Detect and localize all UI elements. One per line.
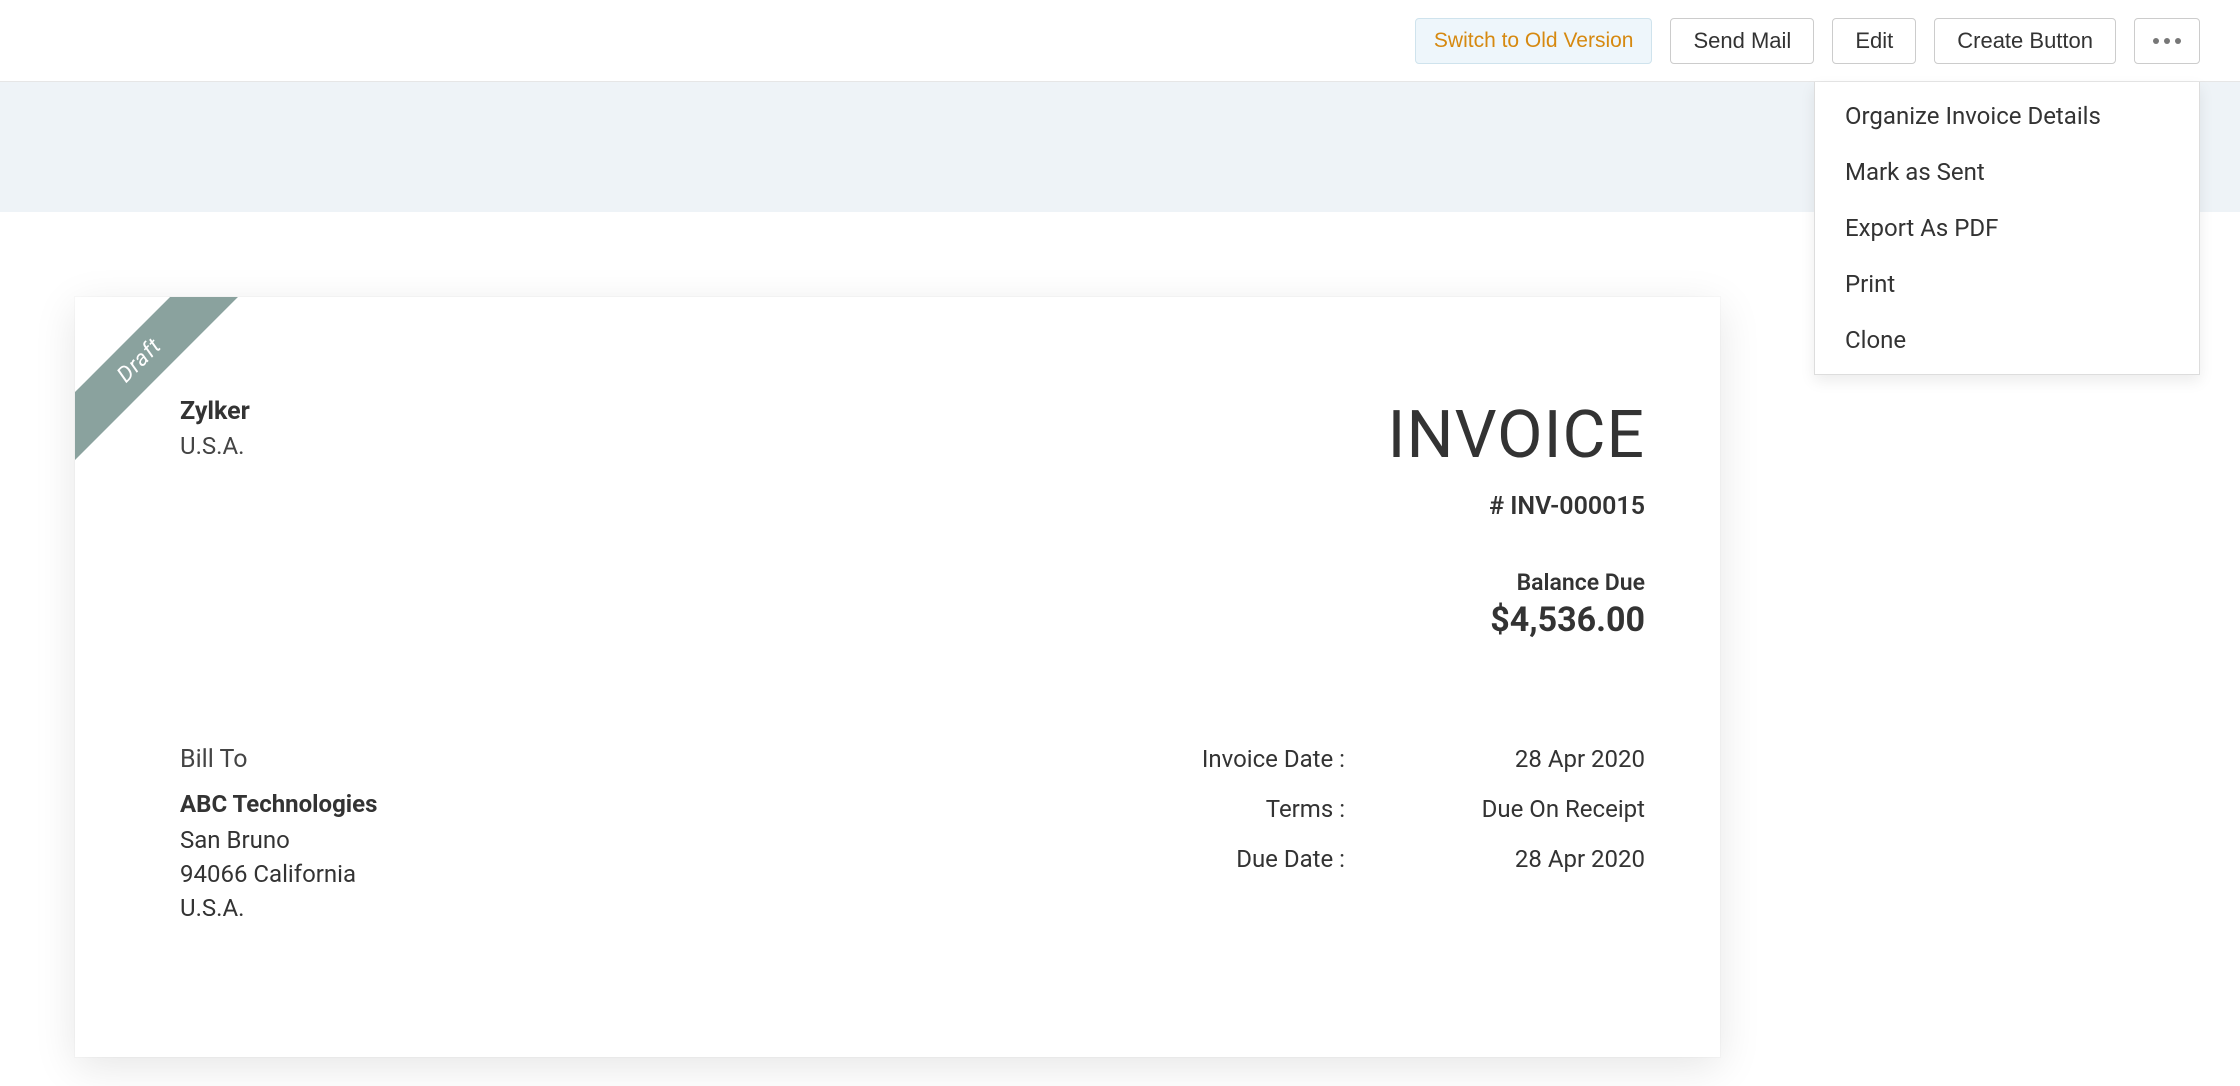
bill-to-block: Bill To ABC Technologies San Bruno 94066… xyxy=(180,745,377,928)
company-block: Zylker U.S.A. xyxy=(180,397,250,460)
bill-to-city: San Bruno xyxy=(180,826,377,854)
bill-to-name: ABC Technologies xyxy=(180,790,377,818)
menu-export-pdf[interactable]: Export As PDF xyxy=(1815,200,2199,256)
more-actions-menu: Organize Invoice Details Mark as Sent Ex… xyxy=(1814,82,2200,375)
meta-row-invoice-date: Invoice Date : 28 Apr 2020 xyxy=(1155,745,1645,773)
menu-clone[interactable]: Clone xyxy=(1815,312,2199,368)
terms-label: Terms : xyxy=(1155,795,1345,823)
bill-to-region: 94066 California xyxy=(180,860,377,888)
send-mail-button[interactable]: Send Mail xyxy=(1670,18,1814,64)
company-name: Zylker xyxy=(180,397,250,426)
balance-due-label: Balance Due xyxy=(1388,569,1645,596)
more-actions-button[interactable] xyxy=(2134,18,2200,64)
bill-to-heading: Bill To xyxy=(180,745,377,774)
balance-due-amount: $4,536.00 xyxy=(1388,600,1645,640)
document-number: # INV-000015 xyxy=(1388,492,1645,521)
title-block: INVOICE # INV-000015 Balance Due $4,536.… xyxy=(1388,397,1645,640)
menu-organize-invoice-details[interactable]: Organize Invoice Details xyxy=(1815,88,2199,144)
invoice-date-value: 28 Apr 2020 xyxy=(1455,745,1645,773)
switch-old-version-button[interactable]: Switch to Old Version xyxy=(1415,18,1653,64)
ellipsis-icon xyxy=(2153,38,2181,44)
create-button[interactable]: Create Button xyxy=(1934,18,2116,64)
company-country: U.S.A. xyxy=(180,432,250,460)
menu-mark-as-sent[interactable]: Mark as Sent xyxy=(1815,144,2199,200)
menu-print[interactable]: Print xyxy=(1815,256,2199,312)
due-date-value: 28 Apr 2020 xyxy=(1455,845,1645,873)
invoice-lower: Bill To ABC Technologies San Bruno 94066… xyxy=(180,745,1645,928)
invoice-header: Zylker U.S.A. INVOICE # INV-000015 Balan… xyxy=(180,397,1645,640)
meta-row-due-date: Due Date : 28 Apr 2020 xyxy=(1155,845,1645,873)
terms-value: Due On Receipt xyxy=(1455,795,1645,823)
action-toolbar: Switch to Old Version Send Mail Edit Cre… xyxy=(0,0,2240,82)
document-title: INVOICE xyxy=(1388,397,1645,474)
invoice-date-label: Invoice Date : xyxy=(1155,745,1345,773)
edit-button[interactable]: Edit xyxy=(1832,18,1916,64)
invoice-meta-block: Invoice Date : 28 Apr 2020 Terms : Due O… xyxy=(1155,745,1645,928)
bill-to-country: U.S.A. xyxy=(180,894,377,922)
invoice-paper: Draft Zylker U.S.A. INVOICE # INV-000015… xyxy=(75,297,1720,1057)
meta-row-terms: Terms : Due On Receipt xyxy=(1155,795,1645,823)
due-date-label: Due Date : xyxy=(1155,845,1345,873)
